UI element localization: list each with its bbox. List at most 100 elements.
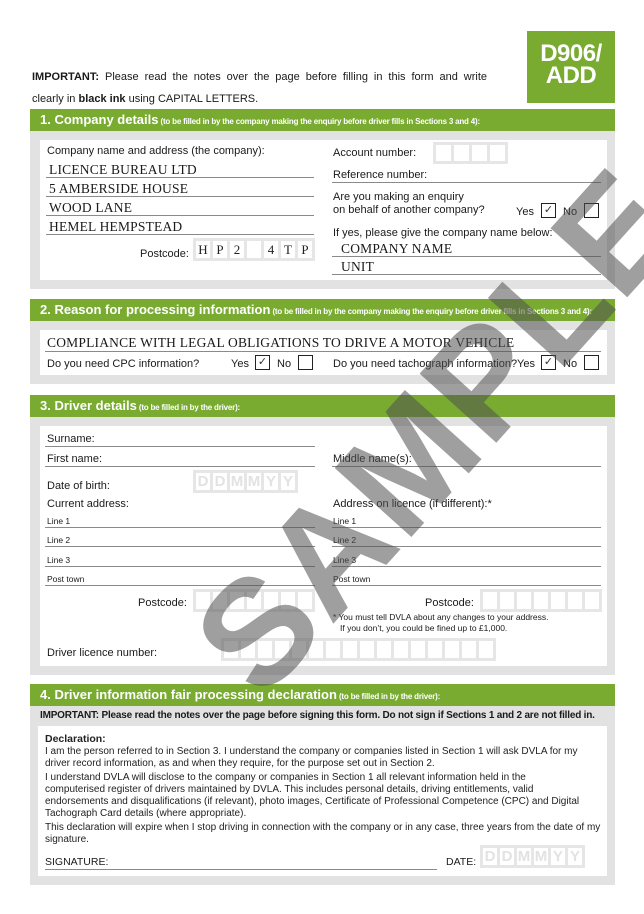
account-char[interactable] xyxy=(454,145,469,161)
company-address-line3[interactable]: WOOD LANE xyxy=(49,200,132,216)
intro-line2-post: using CAPITAL LETTERS. xyxy=(125,93,259,105)
tacho-yes-checkbox[interactable]: ✓ xyxy=(541,355,556,370)
dob-char[interactable]: Y xyxy=(264,473,278,490)
enquiry-question-line2: on behalf of another company? xyxy=(333,204,485,216)
licence-char[interactable] xyxy=(428,641,442,658)
tacho-no-checkbox[interactable] xyxy=(584,355,599,370)
account-char[interactable] xyxy=(472,145,487,161)
licence-char[interactable] xyxy=(479,641,493,658)
dob-char[interactable]: Y xyxy=(281,473,295,490)
licence-char[interactable] xyxy=(343,641,357,658)
licence-char[interactable] xyxy=(360,641,374,658)
section3-header: 3. Driver details (to be filled in by th… xyxy=(30,395,615,417)
postcode-char[interactable]: H xyxy=(196,241,210,258)
date-char[interactable]: Y xyxy=(551,848,565,865)
first-name-field[interactable] xyxy=(45,466,315,467)
current-address-line2-field[interactable] xyxy=(45,546,315,547)
dob-boxes[interactable]: D D M M Y Y xyxy=(193,470,298,493)
postcode-char[interactable] xyxy=(247,592,261,609)
company-postcode-label: Postcode: xyxy=(140,248,189,260)
company-address-line2[interactable]: 5 AMBERSIDE HOUSE xyxy=(49,181,188,197)
postcode-char[interactable] xyxy=(500,592,514,609)
account-char[interactable] xyxy=(436,145,451,161)
licence-address-line3-field[interactable] xyxy=(332,566,601,567)
company-address-line4[interactable]: HEMEL HEMPSTEAD xyxy=(49,219,182,235)
licence-char[interactable] xyxy=(394,641,408,658)
cpc-yes-checkbox[interactable]: ✓ xyxy=(255,355,270,370)
signature-label: SIGNATURE: xyxy=(45,856,109,868)
current-post-town-field[interactable] xyxy=(45,585,315,586)
licence-address-line3-label: Line 3 xyxy=(333,555,357,565)
licence-char[interactable] xyxy=(326,641,340,658)
dob-char[interactable]: M xyxy=(247,473,261,490)
postcode-char[interactable] xyxy=(534,592,548,609)
company-postcode-boxes[interactable]: H P 2 4 T P xyxy=(193,238,315,261)
date-char[interactable]: M xyxy=(517,848,531,865)
postcode-char[interactable] xyxy=(264,592,278,609)
licence-address-line2-field[interactable] xyxy=(332,546,601,547)
date-char[interactable]: D xyxy=(500,848,514,865)
enquiry-no-checkbox[interactable] xyxy=(584,203,599,218)
date-char[interactable]: D xyxy=(483,848,497,865)
other-company-line1[interactable]: COMPANY NAME xyxy=(341,241,452,257)
postcode-char[interactable]: 2 xyxy=(230,241,244,258)
current-postcode-boxes[interactable] xyxy=(193,589,315,612)
surname-field[interactable] xyxy=(45,446,315,447)
licence-char[interactable] xyxy=(445,641,459,658)
licence-post-town-field[interactable] xyxy=(332,585,601,586)
current-address-line3-field[interactable] xyxy=(45,566,315,567)
section3-title: 3. Driver details xyxy=(40,398,137,413)
declaration-para3: This declaration will expire when I stop… xyxy=(45,822,601,845)
postcode-char[interactable] xyxy=(517,592,531,609)
account-char[interactable] xyxy=(490,145,505,161)
company-address-line1[interactable]: LICENCE BUREAU LTD xyxy=(49,162,197,178)
section1-title: 1. Company details xyxy=(40,112,159,127)
licence-char[interactable] xyxy=(241,641,255,658)
licence-address-line1-field[interactable] xyxy=(332,527,601,528)
postcode-char[interactable] xyxy=(551,592,565,609)
signature-date-boxes[interactable]: D D M M Y Y xyxy=(480,845,585,868)
middle-name-field[interactable] xyxy=(332,466,601,467)
postcode-char[interactable]: P xyxy=(213,241,227,258)
licence-char[interactable] xyxy=(224,641,238,658)
current-address-line3-label: Line 3 xyxy=(47,555,71,565)
licence-char[interactable] xyxy=(275,641,289,658)
current-address-line1-field[interactable] xyxy=(45,527,315,528)
postcode-char[interactable] xyxy=(213,592,227,609)
postcode-char[interactable] xyxy=(483,592,497,609)
signature-field[interactable] xyxy=(45,869,437,870)
current-address-label: Current address: xyxy=(47,498,129,510)
dob-char[interactable]: D xyxy=(196,473,210,490)
important-label: IMPORTANT: xyxy=(32,71,100,83)
company-name-label: Company name and address (the company): xyxy=(47,145,265,157)
postcode-char[interactable] xyxy=(247,241,261,258)
date-char[interactable]: Y xyxy=(568,848,582,865)
postcode-char[interactable] xyxy=(568,592,582,609)
licence-char[interactable] xyxy=(462,641,476,658)
date-char[interactable]: M xyxy=(534,848,548,865)
licence-char[interactable] xyxy=(292,641,306,658)
postcode-char[interactable] xyxy=(298,592,312,609)
licence-number-boxes[interactable] xyxy=(221,638,496,661)
postcode-char[interactable] xyxy=(585,592,599,609)
licence-char[interactable] xyxy=(258,641,272,658)
account-number-boxes[interactable] xyxy=(433,142,508,164)
licence-char[interactable] xyxy=(411,641,425,658)
licence-postcode-boxes[interactable] xyxy=(480,589,602,612)
postcode-char[interactable]: P xyxy=(298,241,312,258)
postcode-char[interactable] xyxy=(230,592,244,609)
dob-char[interactable]: D xyxy=(213,473,227,490)
licence-char[interactable] xyxy=(377,641,391,658)
dob-char[interactable]: M xyxy=(230,473,244,490)
postcode-char[interactable]: T xyxy=(281,241,295,258)
licence-char[interactable] xyxy=(309,641,323,658)
other-company-line2[interactable]: UNIT xyxy=(341,259,374,275)
postcode-char[interactable] xyxy=(281,592,295,609)
reference-number-field[interactable] xyxy=(332,182,601,183)
section4-important: IMPORTANT: Please read the notes over th… xyxy=(40,710,595,721)
enquiry-yes-checkbox[interactable]: ✓ xyxy=(541,203,556,218)
postcode-char[interactable]: 4 xyxy=(264,241,278,258)
postcode-char[interactable] xyxy=(196,592,210,609)
cpc-no-checkbox[interactable] xyxy=(298,355,313,370)
processing-reason[interactable]: COMPLIANCE WITH LEGAL OBLIGATIONS TO DRI… xyxy=(47,335,514,351)
